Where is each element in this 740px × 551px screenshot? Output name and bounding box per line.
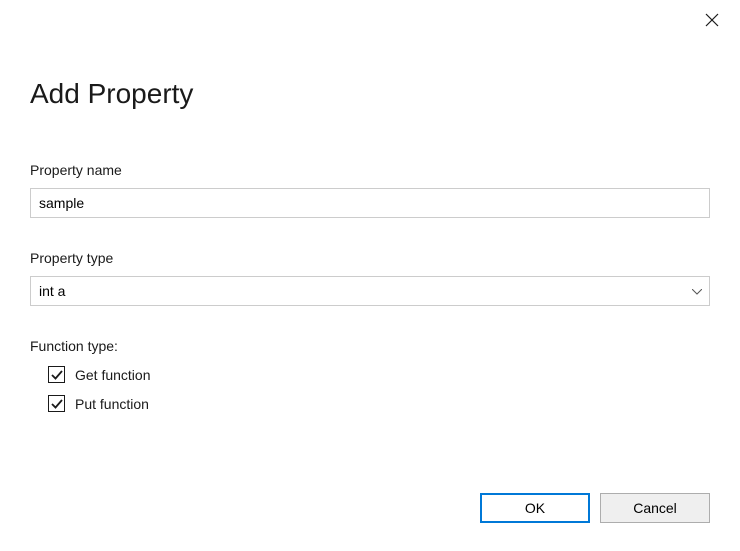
ok-button[interactable]: OK — [480, 493, 590, 523]
checkmark-icon — [51, 369, 63, 381]
dialog-title: Add Property — [30, 78, 193, 110]
cancel-button[interactable]: Cancel — [600, 493, 710, 523]
get-function-label[interactable]: Get function — [75, 367, 151, 383]
property-type-input[interactable] — [30, 276, 710, 306]
close-button[interactable] — [704, 12, 720, 28]
property-type-combobox[interactable] — [30, 276, 710, 306]
put-function-checkbox[interactable] — [48, 395, 65, 412]
checkmark-icon — [51, 398, 63, 410]
property-name-input[interactable] — [30, 188, 710, 218]
function-type-label: Function type: — [30, 338, 710, 354]
put-function-label[interactable]: Put function — [75, 396, 149, 412]
get-function-checkbox[interactable] — [48, 366, 65, 383]
close-icon — [705, 13, 719, 27]
property-name-label: Property name — [30, 162, 710, 178]
property-type-label: Property type — [30, 250, 710, 266]
